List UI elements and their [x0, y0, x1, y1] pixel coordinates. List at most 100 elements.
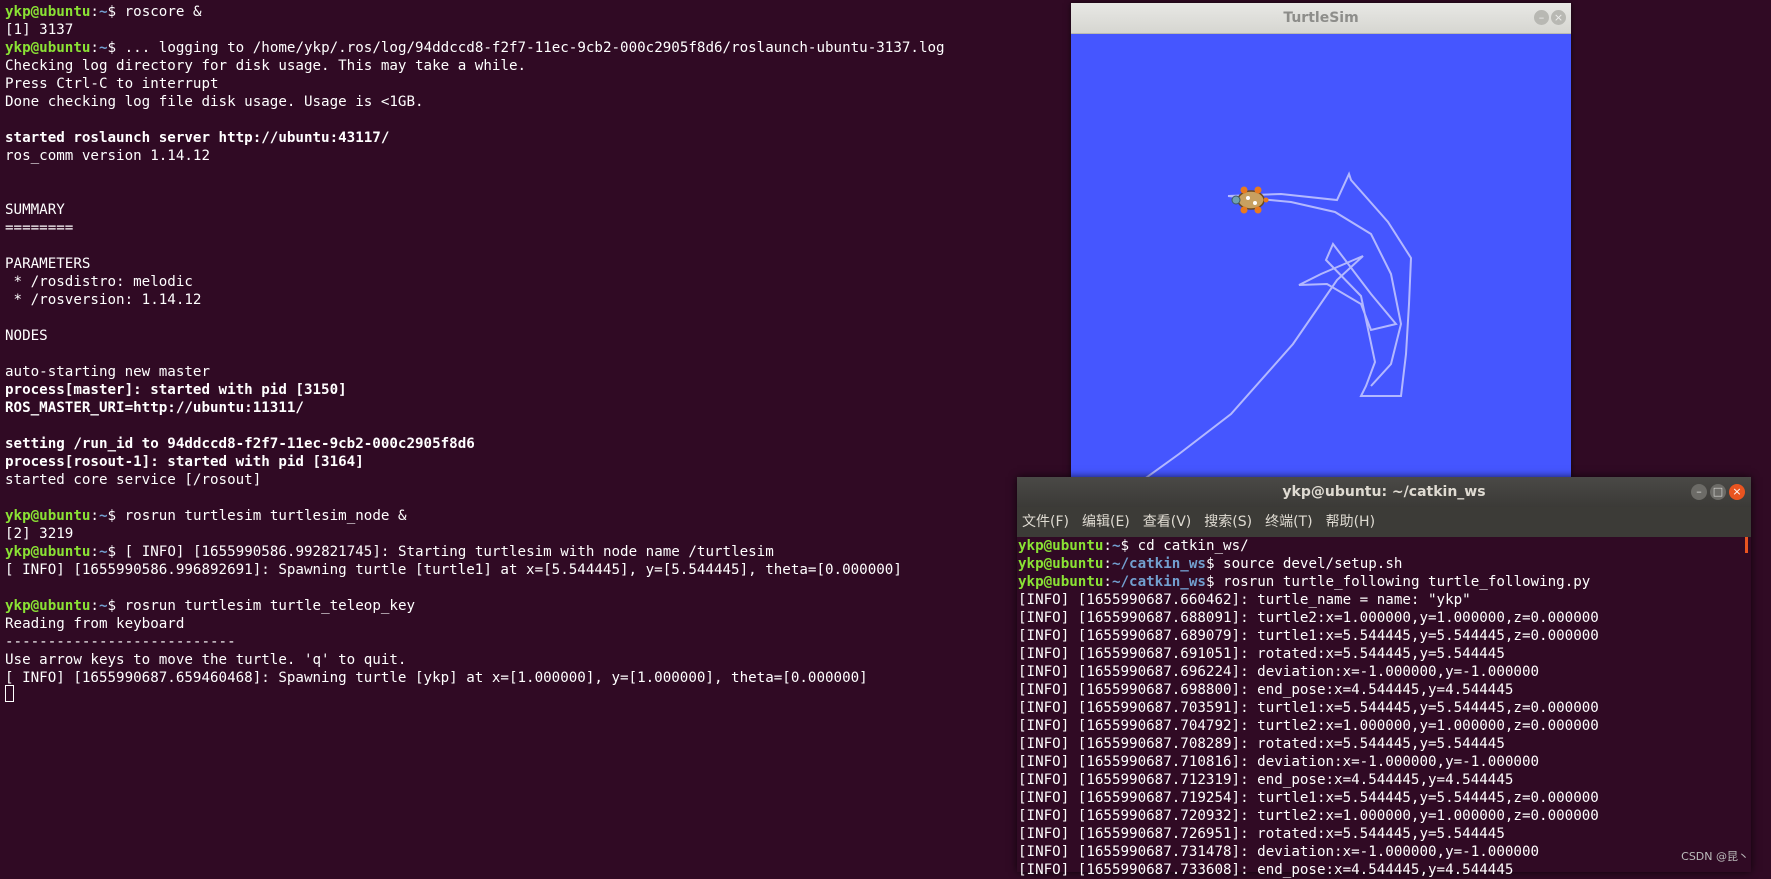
menu-terminal[interactable]: 终端(T)	[1265, 507, 1312, 537]
catkin-terminal-title: ykp@ubuntu: ~/catkin_ws	[1282, 484, 1486, 500]
line-text: [INFO] [1655990687.712319]: end_pose:x=4…	[1018, 772, 1514, 788]
close-icon[interactable]: ×	[1551, 10, 1566, 25]
line-text: ROS_MASTER_URI=http://ubuntu:11311/	[5, 400, 304, 416]
terminal-line: ROS_MASTER_URI=http://ubuntu:11311/	[5, 399, 945, 417]
prompt-path: ~	[1111, 538, 1121, 554]
line-text: [INFO] [1655990687.731478]: deviation:x=…	[1018, 844, 1540, 860]
line-text: [ INFO] [1655990586.996892691]: Spawning…	[5, 562, 902, 578]
menu-help[interactable]: 帮助(H)	[1326, 507, 1375, 537]
terminal-line: [INFO] [1655990687.712319]: end_pose:x=4…	[1018, 771, 1599, 789]
prompt-path: ~	[98, 4, 108, 20]
terminal-line: [INFO] [1655990687.720932]: turtle2:x=1.…	[1018, 807, 1599, 825]
line-text: [INFO] [1655990687.691051]: rotated:x=5.…	[1018, 646, 1505, 662]
turtlesim-window[interactable]: TurtleSim – ×	[1071, 3, 1571, 480]
terminal-line: Done checking log file disk usage. Usage…	[5, 93, 945, 111]
line-text: source devel/setup.sh	[1223, 556, 1403, 572]
line-text: roscore &	[124, 4, 202, 20]
prompt-user: ykp@ubuntu	[5, 40, 91, 56]
terminal-line: ykp@ubuntu:~$ rosrun turtlesim turtlesim…	[5, 508, 407, 524]
terminal-line: [INFO] [1655990687.688091]: turtle2:x=1.…	[1018, 609, 1599, 627]
prompt-symbol: $	[1120, 538, 1138, 554]
line-text: ---------------------------	[5, 634, 236, 650]
prompt-user: ykp@ubuntu	[5, 4, 91, 20]
prompt-path: ~	[98, 544, 108, 560]
minimize-icon[interactable]: –	[1691, 484, 1707, 500]
line-text: Checking log directory for disk usage. T…	[5, 58, 527, 74]
line-text: [INFO] [1655990687.689079]: turtle1:x=5.…	[1018, 628, 1599, 644]
line-text: [INFO] [1655990687.726951]: rotated:x=5.…	[1018, 826, 1505, 842]
terminal-line: [INFO] [1655990687.719254]: turtle1:x=5.…	[1018, 789, 1599, 807]
terminal-line: Reading from keyboard	[5, 615, 945, 633]
terminal-line: [INFO] [1655990687.726951]: rotated:x=5.…	[1018, 825, 1599, 843]
line-text: PARAMETERS	[5, 256, 91, 272]
menu-edit[interactable]: 编辑(E)	[1082, 507, 1130, 537]
line-text: * /rosdistro: melodic	[5, 274, 193, 290]
prompt-path: ~	[98, 508, 108, 524]
line-text: process[master]: started with pid [3150]	[5, 382, 347, 398]
prompt-symbol: $	[107, 508, 125, 524]
terminal-line: Press Ctrl-C to interrupt	[5, 75, 945, 93]
prompt-symbol: $	[1205, 556, 1224, 572]
close-icon[interactable]: ×	[1729, 484, 1745, 500]
catkin-terminal-window[interactable]: ykp@ubuntu: ~/catkin_ws – □ × 文件(F) 编辑(E)…	[1017, 477, 1751, 878]
terminal-line: SUMMARY	[5, 201, 945, 219]
terminal-line: ykp@ubuntu:~$ rosrun turtlesim turtle_te…	[5, 598, 416, 614]
menu-view[interactable]: 查看(V)	[1143, 507, 1192, 537]
prompt-symbol: $	[1205, 574, 1224, 590]
terminal-line: [INFO] [1655990687.710816]: deviation:x=…	[1018, 753, 1599, 771]
menu-file[interactable]: 文件(F)	[1022, 507, 1069, 537]
line-text: [ INFO] [1655990687.659460468]: Spawning…	[5, 670, 868, 686]
prompt-user: ykp@ubuntu	[1018, 556, 1104, 572]
turtlesim-titlebar[interactable]: TurtleSim – ×	[1071, 3, 1571, 34]
maximize-icon[interactable]: □	[1710, 484, 1726, 500]
terminal-line: ykp@ubuntu:~$ cd catkin_ws/	[1018, 538, 1249, 554]
terminal-line: Use arrow keys to move the turtle. 'q' t…	[5, 651, 945, 669]
terminal-line: [INFO] [1655990687.660462]: turtle_name …	[1018, 591, 1599, 609]
line-text: ros_comm version 1.14.12	[5, 148, 210, 164]
line-text: process[rosout-1]: started with pid [316…	[5, 454, 364, 470]
line-text: Use arrow keys to move the turtle. 'q' t…	[5, 652, 407, 668]
line-text: [INFO] [1655990687.660462]: turtle_name …	[1018, 592, 1471, 608]
minimize-icon[interactable]: –	[1534, 10, 1549, 25]
line-text: started core service [/rosout]	[5, 472, 262, 488]
prompt-symbol: $	[107, 40, 125, 56]
turtle-icon	[1231, 186, 1269, 214]
terminal-line: [ INFO] [1655990586.996892691]: Spawning…	[5, 561, 945, 579]
prompt-user: ykp@ubuntu	[5, 598, 91, 614]
line-text: cd catkin_ws/	[1137, 538, 1249, 554]
terminal-line: ykp@ubuntu:~$ ... logging to /home/ykp/.…	[5, 40, 945, 56]
line-text: [INFO] [1655990687.688091]: turtle2:x=1.…	[1018, 610, 1599, 626]
line-text: ... logging to /home/ykp/.ros/log/94ddcc…	[124, 40, 945, 56]
terminal-line: PARAMETERS	[5, 255, 945, 273]
line-text: setting /run_id to 94ddccd8-f2f7-11ec-9c…	[5, 436, 475, 452]
menu-search[interactable]: 搜索(S)	[1204, 507, 1252, 537]
terminal-line: * /rosversion: 1.14.12	[5, 291, 945, 309]
line-text: [INFO] [1655990687.733608]: end_pose:x=4…	[1018, 862, 1514, 878]
line-text: [INFO] [1655990687.710816]: deviation:x=…	[1018, 754, 1540, 770]
line-text: [ INFO] [1655990586.992821745]: Starting…	[124, 544, 774, 560]
line-text: ========	[5, 220, 74, 236]
prompt-symbol: $	[107, 544, 125, 560]
scrollbar[interactable]	[1745, 537, 1748, 553]
line-text: auto-starting new master	[5, 364, 210, 380]
line-text: rosrun turtle_following turtle_following…	[1223, 574, 1591, 590]
terminal-line: started roslaunch server http://ubuntu:4…	[5, 129, 945, 147]
catkin-terminal-titlebar[interactable]: ykp@ubuntu: ~/catkin_ws – □ ×	[1017, 477, 1751, 507]
terminal-line: [INFO] [1655990687.698800]: end_pose:x=4…	[1018, 681, 1599, 699]
line-text: [1] 3137	[5, 22, 74, 38]
terminal-line: Checking log directory for disk usage. T…	[5, 57, 945, 75]
line-text: [INFO] [1655990687.719254]: turtle1:x=5.…	[1018, 790, 1599, 806]
terminal-line: ros_comm version 1.14.12	[5, 147, 945, 165]
terminal-line: [ INFO] [1655990687.659460468]: Spawning…	[5, 669, 945, 687]
terminal-cursor	[5, 685, 14, 702]
prompt-user: ykp@ubuntu	[5, 544, 91, 560]
prompt-path: ~/catkin_ws	[1111, 556, 1206, 572]
terminal-line: [INFO] [1655990687.691051]: rotated:x=5.…	[1018, 645, 1599, 663]
